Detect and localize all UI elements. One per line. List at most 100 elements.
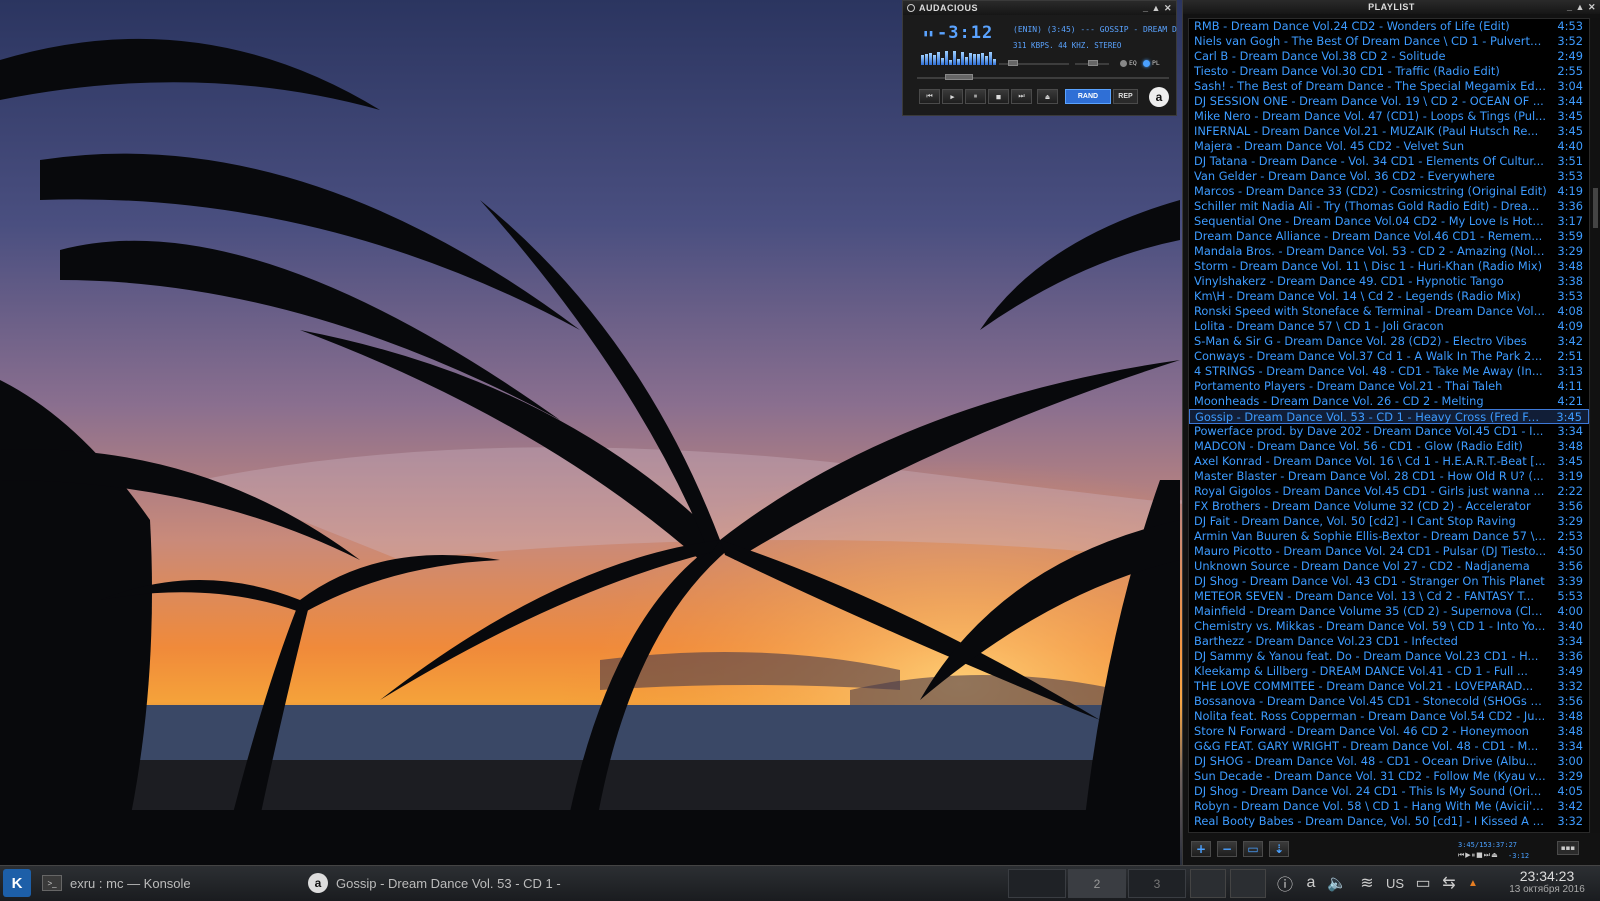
playlist-row[interactable]: Carl B - Dream Dance Vol.38 CD 2 - Solit… (1189, 49, 1589, 64)
wifi-icon[interactable]: ≋ (1356, 871, 1378, 895)
battery-icon[interactable]: ▭ (1412, 871, 1434, 895)
playlist-row[interactable]: Km\H - Dream Dance Vol. 14 \ Cd 2 - Lege… (1189, 289, 1589, 304)
playlist-row[interactable]: Powerface prod. by Dave 202 - Dream Danc… (1189, 424, 1589, 439)
playlist-row[interactable]: DJ Tatana - Dream Dance - Vol. 34 CD1 - … (1189, 154, 1589, 169)
task-audacious[interactable]: a Gossip - Dream Dance Vol. 53 - CD 1 - (308, 869, 561, 897)
playlist-row[interactable]: Majera - Dream Dance Vol. 45 CD2 - Velve… (1189, 139, 1589, 154)
select-button[interactable]: ▭ (1243, 841, 1263, 857)
playlist-row[interactable]: Sun Decade - Dream Dance Vol. 31 CD2 - F… (1189, 769, 1589, 784)
playlist-row[interactable]: Van Gelder - Dream Dance Vol. 36 CD2 - E… (1189, 169, 1589, 184)
pager-desktop-3[interactable]: 3 (1128, 869, 1186, 898)
digital-clock[interactable]: 23:34:23 13 октября 2016 (1498, 868, 1596, 895)
pager-desktop-2[interactable]: 2 (1068, 869, 1126, 898)
playlist-row[interactable]: S-Man & Sir G - Dream Dance Vol. 28 (CD2… (1189, 334, 1589, 349)
minimize-icon[interactable]: _ (1143, 3, 1149, 14)
playlist-row[interactable]: Vinylshakerz - Dream Dance 49. CD1 - Hyp… (1189, 274, 1589, 289)
playlist-row[interactable]: MADCON - Dream Dance Vol. 56 - CD1 - Glo… (1189, 439, 1589, 454)
playlist-row[interactable]: Gossip - Dream Dance Vol. 53 - CD 1 - He… (1189, 409, 1589, 424)
playlist-row[interactable]: INFERNAL - Dream Dance Vol.21 - MUZAIK (… (1189, 124, 1589, 139)
player-titlebar[interactable]: AUDACIOUS _ ▲ ✕ (903, 1, 1176, 15)
playlist-row[interactable]: 4 STRINGS - Dream Dance Vol. 48 - CD1 - … (1189, 364, 1589, 379)
task-konsole[interactable]: >_ exru : mc — Konsole (42, 869, 191, 897)
pl-toggle[interactable]: PL (1143, 59, 1160, 67)
playlist-row[interactable]: Sash! - The Best of Dream Dance - The Sp… (1189, 79, 1589, 94)
pager-desktop-1[interactable] (1008, 869, 1066, 898)
playlist-row[interactable]: Schiller mit Nadia Ali - Try (Thomas Gol… (1189, 199, 1589, 214)
playlist-row[interactable]: Bossanova - Dream Dance Vol.45 CD1 - Sto… (1189, 694, 1589, 709)
playlist-row[interactable]: Master Blaster - Dream Dance Vol. 28 CD1… (1189, 469, 1589, 484)
previous-button[interactable]: ⏮ (919, 89, 940, 104)
playlist-row[interactable]: Nolita feat. Ross Copperman - Dream Danc… (1189, 709, 1589, 724)
playlist-row[interactable]: Unknown Source - Dream Dance Vol 27 - CD… (1189, 559, 1589, 574)
playlist-row[interactable]: Robyn - Dream Dance Vol. 58 \ CD 1 - Han… (1189, 799, 1589, 814)
playlist-row[interactable]: Marcos - Dream Dance 33 (CD2) - Cosmicst… (1189, 184, 1589, 199)
spectrum-visualizer[interactable] (921, 49, 999, 65)
playlist-row[interactable]: DJ Shog - Dream Dance Vol. 43 CD1 - Stra… (1189, 574, 1589, 589)
playlist-row[interactable]: Moonheads - Dream Dance Vol. 26 - CD 2 -… (1189, 394, 1589, 409)
playlist-scrollbar-thumb[interactable] (1593, 188, 1598, 228)
playlist-row[interactable]: Portamento Players - Dream Dance Vol.21 … (1189, 379, 1589, 394)
playlist-row[interactable]: Barthezz - Dream Dance Vol.23 CD1 - Infe… (1189, 634, 1589, 649)
playlist-mini-controls[interactable]: ⏮▶⏸■⏭⏏ (1458, 851, 1499, 860)
playlist-row[interactable]: Conways - Dream Dance Vol.37 Cd 1 - A Wa… (1189, 349, 1589, 364)
playlist-row[interactable]: Real Booty Babes - Dream Dance, Vol. 50 … (1189, 814, 1589, 829)
playlist-row[interactable]: Dream Dance Alliance - Dream Dance Vol.4… (1189, 229, 1589, 244)
playlist-row[interactable]: Tiesto - Dream Dance Vol.30 CD1 - Traffi… (1189, 64, 1589, 79)
repeat-button[interactable]: REP (1113, 89, 1138, 104)
tray-expand-icon[interactable]: ▲ (1464, 871, 1482, 895)
playlist-shade-icon[interactable]: ▲ (1576, 0, 1585, 14)
playlist-row[interactable]: METEOR SEVEN - Dream Dance Vol. 13 \ Cd … (1189, 589, 1589, 604)
playlist-row[interactable]: Mandala Bros. - Dream Dance Vol. 53 - CD… (1189, 244, 1589, 259)
playlist-row[interactable]: Niels van Gogh - The Best Of Dream Dance… (1189, 34, 1589, 49)
playlist-row[interactable]: Armin Van Buuren & Sophie Ellis-Bextor -… (1189, 529, 1589, 544)
playlist-scrollbar[interactable] (1591, 18, 1600, 833)
playlist-row[interactable]: Ronski Speed with Stoneface & Terminal -… (1189, 304, 1589, 319)
volume-icon[interactable]: 🔈 (1326, 871, 1348, 895)
playlist-row[interactable]: THE LOVE COMMITEE - Dream Dance Vol.21 -… (1189, 679, 1589, 694)
playlist-row[interactable]: Mauro Picotto - Dream Dance Vol. 24 CD1 … (1189, 544, 1589, 559)
playlist-row[interactable]: Store N Forward - Dream Dance Vol. 46 CD… (1189, 724, 1589, 739)
playlist-row[interactable]: DJ Sammy & Yanou feat. Do - Dream Dance … (1189, 649, 1589, 664)
shuffle-button[interactable]: RAND (1065, 89, 1111, 104)
network-icon[interactable]: ⇆ (1438, 871, 1460, 895)
audacious-menu-button[interactable]: a (1149, 87, 1169, 107)
info-icon[interactable]: ⓘ (1274, 871, 1296, 895)
playlist-row[interactable]: DJ SHOG - Dream Dance Vol. 48 - CD1 - Oc… (1189, 754, 1589, 769)
add-button[interactable]: + (1191, 841, 1211, 857)
playlist-row[interactable]: G&G FEAT. GARY WRIGHT - Dream Dance Vol.… (1189, 739, 1589, 754)
close-icon[interactable]: ✕ (1164, 3, 1172, 14)
seek-bar-knob[interactable] (945, 74, 973, 80)
next-button[interactable]: ⏭ (1011, 89, 1032, 104)
eject-button[interactable]: ⏏ (1037, 89, 1058, 104)
misc-button[interactable]: ⇣ (1269, 841, 1289, 857)
playlist-titlebar[interactable]: PLAYLIST _ ▲ ✕ (1183, 0, 1600, 14)
playlist-row[interactable]: Mainfield - Dream Dance Volume 35 (CD 2)… (1189, 604, 1589, 619)
playlist-minimize-icon[interactable]: _ (1567, 0, 1573, 14)
playlist-row[interactable]: RMB - Dream Dance Vol.24 CD2 - Wonders o… (1189, 19, 1589, 34)
playlist-list[interactable]: RMB - Dream Dance Vol.24 CD2 - Wonders o… (1188, 18, 1590, 833)
application-launcher-button[interactable]: K (3, 869, 31, 897)
window-thumbnail-1[interactable] (1190, 869, 1226, 898)
remove-button[interactable]: − (1217, 841, 1237, 857)
playback-time[interactable]: -3:12 (937, 23, 993, 43)
audacious-tray-icon[interactable]: a (1300, 871, 1322, 895)
playlist-row[interactable]: Royal Gigolos - Dream Dance Vol.45 CD1 -… (1189, 484, 1589, 499)
play-button[interactable]: ▶ (942, 89, 963, 104)
playlist-row[interactable]: Mike Nero - Dream Dance Vol. 47 (CD1) - … (1189, 109, 1589, 124)
playlist-row[interactable]: Kleekamp & Lillberg - DREAM DANCE Vol.41… (1189, 664, 1589, 679)
playlist-close-icon[interactable]: ✕ (1588, 0, 1596, 14)
stop-button[interactable]: ■ (988, 89, 1009, 104)
playlist-row[interactable]: Storm - Dream Dance Vol. 11 \ Disc 1 - H… (1189, 259, 1589, 274)
playlist-row[interactable]: Lolita - Dream Dance 57 \ CD 1 - Joli Gr… (1189, 319, 1589, 334)
eq-toggle[interactable]: EQ (1120, 59, 1137, 67)
window-thumbnail-2[interactable] (1230, 869, 1266, 898)
balance-slider-knob[interactable] (1088, 60, 1098, 66)
playlist-row[interactable]: Axel Konrad - Dream Dance Vol. 16 \ Cd 1… (1189, 454, 1589, 469)
keyboard-layout-indicator[interactable]: US (1382, 871, 1408, 895)
pause-button[interactable]: ⏸ (965, 89, 986, 104)
volume-slider-knob[interactable] (1008, 60, 1018, 66)
playlist-menu-button[interactable]: ▪▪▪ (1557, 841, 1579, 855)
playlist-row[interactable]: DJ SESSION ONE - Dream Dance Vol. 19 \ C… (1189, 94, 1589, 109)
playlist-row[interactable]: DJ Shog - Dream Dance Vol. 24 CD1 - This… (1189, 784, 1589, 799)
playlist-row[interactable]: DJ Fait - Dream Dance, Vol. 50 [cd2] - I… (1189, 514, 1589, 529)
